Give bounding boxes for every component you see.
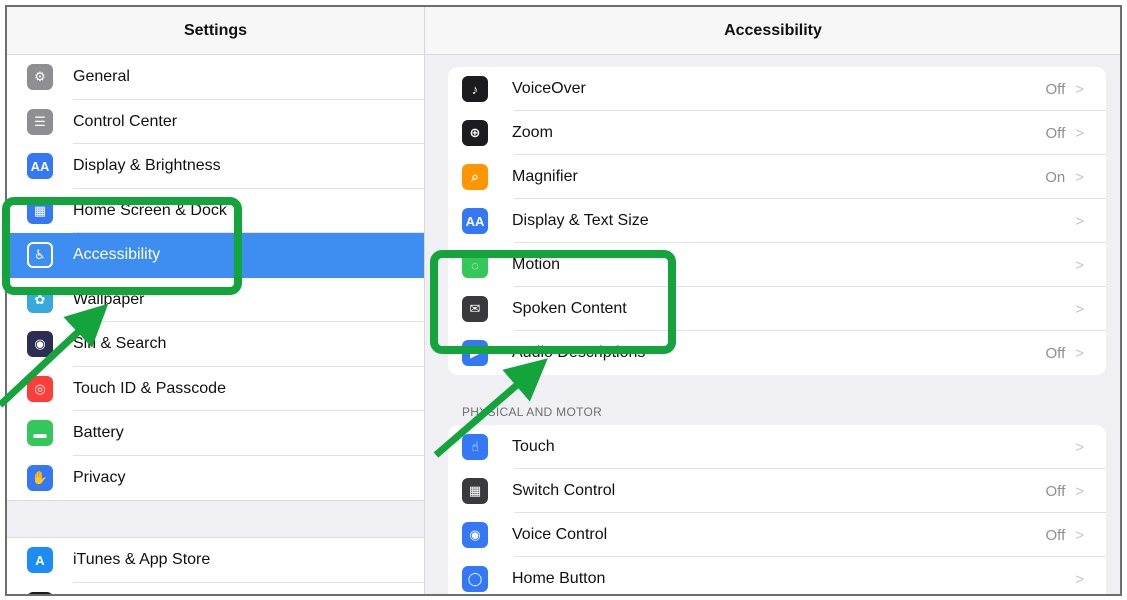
physical-motor-settings-group: ☝ Touch > ▦ Switch Control Off > ◉ Voice Control…: [448, 425, 1106, 594]
app-store-icon: A: [27, 547, 53, 574]
sidebar-item-touch-id-passcode[interactable]: ◎ Touch ID & Passcode: [7, 366, 424, 411]
gear-icon: ⚙: [27, 64, 53, 91]
home-grid-icon: ▦: [27, 197, 53, 224]
row-label: Touch: [512, 438, 555, 455]
sidebar-list-store: AiTunes & App Store▤Wallet & Apple Pay: [7, 538, 424, 594]
row-label: Home Button: [512, 570, 606, 587]
sidebar-item-home-screen-dock[interactable]: ▦ Home Screen & Dock: [7, 188, 424, 233]
sidebar-item-label: Wallpaper: [73, 290, 145, 308]
chevron-right-icon: >: [1075, 212, 1084, 230]
chevron-right-icon: >: [1075, 526, 1084, 544]
wallpaper-icon: ✿: [27, 286, 53, 313]
sidebar-item-wallpaper[interactable]: ✿ Wallpaper: [7, 277, 424, 322]
chevron-right-icon: >: [1075, 570, 1084, 588]
row-label: Zoom: [512, 124, 553, 141]
speech-bubble-icon: ✉: [462, 296, 488, 322]
home-button-icon: ◯: [462, 566, 488, 592]
row-value: Off: [1045, 124, 1066, 142]
row-label: Voice Control: [512, 526, 608, 543]
row-display-text-size[interactable]: AA Display & Text Size >: [448, 199, 1106, 243]
hand-touch-icon: ☝: [462, 434, 488, 460]
sidebar-item-label: Accessibility: [73, 246, 161, 264]
sidebar-item-label: Siri & Search: [73, 335, 167, 353]
sidebar-item-wallet-apple-pay[interactable]: ▤Wallet & Apple Pay: [7, 582, 424, 594]
section-header-physical-motor: PHYSICAL AND MOTOR: [462, 405, 603, 419]
sidebar-title: Settings: [7, 7, 424, 55]
chevron-right-icon: >: [1075, 168, 1084, 186]
row-home-button[interactable]: ◯ Home Button >: [448, 557, 1106, 594]
sidebar-item-label: General: [73, 68, 130, 86]
row-touch[interactable]: ☝ Touch >: [448, 425, 1106, 469]
chevron-right-icon: >: [1075, 124, 1084, 142]
sidebar-item-label: Display & Brightness: [73, 157, 221, 175]
sidebar-item-label: Home Screen & Dock: [73, 201, 227, 219]
chevron-right-icon: >: [1075, 482, 1084, 500]
voiceover-icon: ♪: [462, 76, 488, 102]
row-label: Audio Descriptions: [512, 344, 646, 361]
sidebar-item-battery[interactable]: ▬ Battery: [7, 411, 424, 456]
row-label: Switch Control: [512, 482, 616, 499]
chevron-right-icon: >: [1075, 256, 1084, 274]
row-value: Off: [1045, 526, 1066, 544]
sidebar-item-privacy[interactable]: ✋ Privacy: [7, 455, 424, 500]
magnifier-icon: ⌕: [462, 164, 488, 190]
row-audio-descriptions[interactable]: ▶ Audio Descriptions Off >: [448, 331, 1106, 375]
row-motion[interactable]: ◌ Motion >: [448, 243, 1106, 287]
row-value: On: [1045, 168, 1066, 186]
row-value: Off: [1045, 80, 1066, 98]
sidebar-item-label: iTunes & App Store: [73, 551, 211, 569]
sidebar-item-general[interactable]: ⚙ General: [7, 55, 424, 100]
accessibility-icon: ♿: [27, 242, 53, 269]
zoom-icon: ⊕: [462, 120, 488, 146]
sidebar-item-accessibility[interactable]: ♿ Accessibility: [7, 233, 424, 278]
chevron-right-icon: >: [1075, 344, 1084, 362]
chevron-right-icon: >: [1075, 300, 1084, 318]
switches-icon: ☰: [27, 108, 53, 135]
accessibility-detail-pane: Accessibility ♪ VoiceOver Off > ⊕ Zoom Off > ⌕ Ma…: [426, 7, 1120, 594]
row-label: Spoken Content: [512, 300, 627, 317]
chevron-right-icon: >: [1075, 80, 1084, 98]
sidebar-item-display-brightness[interactable]: AA Display & Brightness: [7, 144, 424, 189]
battery-icon: ▬: [27, 420, 53, 447]
sidebar-item-label: Touch ID & Passcode: [73, 379, 226, 397]
row-value: Off: [1045, 344, 1066, 362]
row-label: VoiceOver: [512, 80, 586, 97]
sidebar-item-label: Control Center: [73, 112, 178, 130]
audio-description-icon: ▶: [462, 340, 488, 366]
vision-settings-group: ♪ VoiceOver Off > ⊕ Zoom Off > ⌕ Magnifier On > AA Di…: [448, 67, 1106, 375]
chevron-right-icon: >: [1075, 438, 1084, 456]
sidebar-item-label: Battery: [73, 424, 124, 442]
sidebar-item-control-center[interactable]: ☰ Control Center: [7, 99, 424, 144]
aa-icon: AA: [462, 208, 488, 234]
aa-icon: AA: [27, 153, 53, 180]
detail-title: Accessibility: [426, 7, 1120, 55]
sidebar-item-label: Privacy: [73, 468, 126, 486]
switch-grid-icon: ▦: [462, 478, 488, 504]
sidebar-list: ⚙ General ☰ Control Center AA Display & Brigh…: [7, 55, 424, 500]
siri-icon: ◉: [27, 331, 53, 358]
sidebar-item-siri-search[interactable]: ◉ Siri & Search: [7, 322, 424, 367]
sidebar-section-gap: [7, 500, 424, 538]
sidebar-item-itunes-app-store[interactable]: AiTunes & App Store: [7, 538, 424, 583]
row-switch-control[interactable]: ▦ Switch Control Off >: [448, 469, 1106, 513]
fingerprint-icon: ◎: [27, 375, 53, 402]
hand-icon: ✋: [27, 464, 53, 491]
row-zoom[interactable]: ⊕ Zoom Off >: [448, 111, 1106, 155]
row-voiceover[interactable]: ♪ VoiceOver Off >: [448, 67, 1106, 111]
motion-icon: ◌: [462, 252, 488, 278]
wallet-icon: ▤: [27, 591, 53, 594]
row-magnifier[interactable]: ⌕ Magnifier On >: [448, 155, 1106, 199]
settings-sidebar: Settings ⚙ General ☰ Control Center AA Displa…: [7, 7, 425, 594]
row-label: Display & Text Size: [512, 212, 649, 229]
row-voice-control[interactable]: ◉ Voice Control Off >: [448, 513, 1106, 557]
row-label: Magnifier: [512, 168, 578, 185]
voice-control-icon: ◉: [462, 522, 488, 548]
row-value: Off: [1045, 482, 1066, 500]
row-spoken-content[interactable]: ✉ Spoken Content >: [448, 287, 1106, 331]
row-label: Motion: [512, 256, 561, 273]
ipad-settings-window: Settings ⚙ General ☰ Control Center AA Displa…: [5, 5, 1122, 596]
